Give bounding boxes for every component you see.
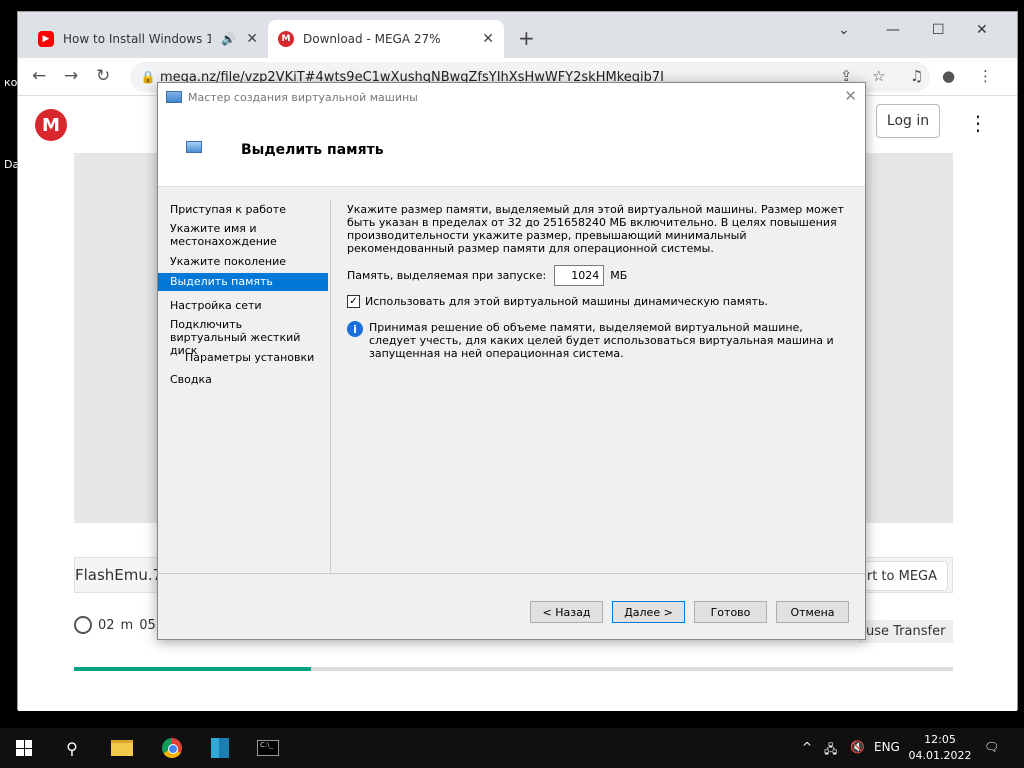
taskbar-chrome[interactable] [148, 728, 196, 768]
tab-mega[interactable]: M Download - MEGA 27% ✕ [268, 20, 504, 58]
memory-unit-label: МБ [610, 269, 628, 282]
forward-icon[interactable]: → [64, 66, 78, 86]
taskbar-explorer[interactable] [98, 728, 146, 768]
next-button[interactable]: Далее > [612, 601, 685, 623]
startup-memory-input[interactable] [554, 265, 605, 286]
tab-title: Download - MEGA 27% [303, 32, 441, 46]
taskbar-hyperv[interactable] [196, 728, 244, 768]
chrome-icon [162, 738, 182, 758]
system-clock[interactable]: 12:05 04.01.2022 [905, 732, 975, 764]
dynamic-memory-row: ✓ Использовать для этой виртуальной маши… [347, 295, 768, 308]
folder-icon [111, 740, 133, 756]
download-progress-bar [74, 667, 953, 671]
step-install-options[interactable]: Параметры установки [158, 351, 328, 364]
desktop-label-fragment: ко [4, 76, 18, 89]
start-button[interactable] [0, 728, 48, 768]
login-button[interactable]: Log in [876, 104, 940, 138]
startup-memory-label: Память, выделяемая при запуске: [347, 269, 547, 282]
step-assign-memory[interactable]: Выделить память [158, 273, 328, 291]
dynamic-memory-label[interactable]: Использовать для этой виртуальной машины… [365, 295, 768, 308]
step-summary[interactable]: Сводка [158, 373, 328, 386]
search-icon[interactable]: ⚲ [48, 728, 96, 768]
info-icon: i [347, 321, 363, 337]
memory-settings-panel: Укажите размер памяти, выделяемый для эт… [347, 203, 852, 360]
dynamic-memory-checkbox[interactable]: ✓ [347, 295, 360, 308]
close-tab-icon[interactable]: ✕ [482, 31, 494, 47]
windows-icon [16, 740, 32, 756]
mega-logo[interactable]: M [35, 109, 67, 141]
close-window-button[interactable]: ✕ [976, 22, 988, 38]
taskbar-cmd[interactable]: C:\_ [244, 728, 292, 768]
dialog-window-title: Мастер создания виртуальной машины [188, 90, 418, 104]
buttons-divider [158, 573, 865, 574]
speaker-icon[interactable]: 🔊 [221, 32, 236, 46]
reload-icon[interactable]: ↻ [96, 66, 110, 86]
hyperv-app-icon [166, 91, 182, 103]
memory-instructions: Укажите размер памяти, выделяемый для эт… [347, 203, 844, 255]
step-getting-started[interactable]: Приступая к работе [158, 203, 328, 216]
import-to-mega-button[interactable]: rt to MEGA [855, 561, 948, 591]
dialog-header: Выделить память [158, 111, 865, 187]
timer-minutes-value: 02 [98, 617, 115, 633]
tab-youtube[interactable]: ▶ How to Install Windows 10X 🔊 ✕ [28, 20, 268, 58]
notification-icon[interactable]: 🗨 [984, 740, 999, 754]
page-title: Выделить память [241, 142, 384, 158]
step-name-location[interactable]: Укажите имя и местонахождение [158, 222, 308, 248]
profile-icon[interactable]: ● [942, 67, 955, 85]
step-generation[interactable]: Укажите поколение [158, 255, 328, 268]
info-text: Принимая решение об объеме памяти, выдел… [369, 321, 834, 360]
clock-icon [74, 616, 92, 634]
download-progress-fill [74, 667, 312, 671]
clock-time: 12:05 [924, 733, 956, 746]
nav-divider [330, 199, 331, 573]
back-button[interactable]: < Назад [530, 601, 603, 623]
new-vm-wizard-dialog: Мастер создания виртуальной машины ✕ Выд… [157, 82, 866, 640]
timer-minutes-unit: m [120, 617, 134, 633]
taskbar: ⚲ C:\_ ^ 🖧 🔇 ENG 12:05 04.01.2022 🗨 [0, 728, 1024, 768]
network-icon[interactable]: 🖧 [824, 740, 837, 761]
language-indicator[interactable]: ENG [874, 740, 900, 754]
step-network[interactable]: Настройка сети [158, 299, 328, 312]
show-hidden-icons-icon[interactable]: ^ [802, 740, 812, 754]
tab-search-icon[interactable]: ⌄ [838, 22, 850, 38]
minimize-button[interactable]: — [886, 22, 900, 38]
back-icon[interactable]: ← [32, 66, 46, 86]
media-control-icon[interactable]: ♫ [910, 67, 923, 85]
tab-strip: ▶ How to Install Windows 10X 🔊 ✕ M Downl… [18, 12, 1017, 58]
finish-button[interactable]: Готово [694, 601, 767, 623]
file-name: FlashEmu.7z [75, 566, 171, 584]
maximize-button[interactable]: ☐ [932, 22, 945, 38]
youtube-icon: ▶ [38, 31, 54, 47]
menu-icon[interactable]: ⋮ [978, 67, 993, 85]
volume-muted-icon[interactable]: 🔇 [850, 740, 865, 754]
mega-icon: M [278, 31, 294, 47]
startup-memory-row: Память, выделяемая при запуске: МБ [347, 265, 627, 286]
timer-seconds-value: 05 [139, 617, 156, 633]
command-prompt-icon: C:\_ [257, 740, 279, 756]
wizard-steps-nav: Приступая к работе Укажите имя и местона… [158, 187, 330, 573]
more-menu-icon[interactable]: ⋮ [968, 111, 988, 135]
memory-info-note: i Принимая решение об объеме памяти, выд… [347, 321, 839, 360]
dialog-title-bar: Мастер создания виртуальной машины ✕ [158, 83, 865, 111]
hyperv-manager-icon [211, 738, 229, 758]
pause-transfer-button[interactable]: use Transfer [858, 620, 954, 643]
close-tab-icon[interactable]: ✕ [246, 31, 258, 47]
bookmark-star-icon[interactable]: ☆ [872, 67, 885, 85]
cancel-button[interactable]: Отмена [776, 601, 849, 623]
tab-title: How to Install Windows 10X [63, 32, 212, 46]
clock-date: 04.01.2022 [908, 749, 972, 762]
memory-page-icon [186, 141, 202, 153]
time-remaining: 02 m 05 [74, 616, 156, 634]
new-tab-button[interactable]: + [518, 26, 535, 50]
close-icon[interactable]: ✕ [844, 87, 857, 105]
